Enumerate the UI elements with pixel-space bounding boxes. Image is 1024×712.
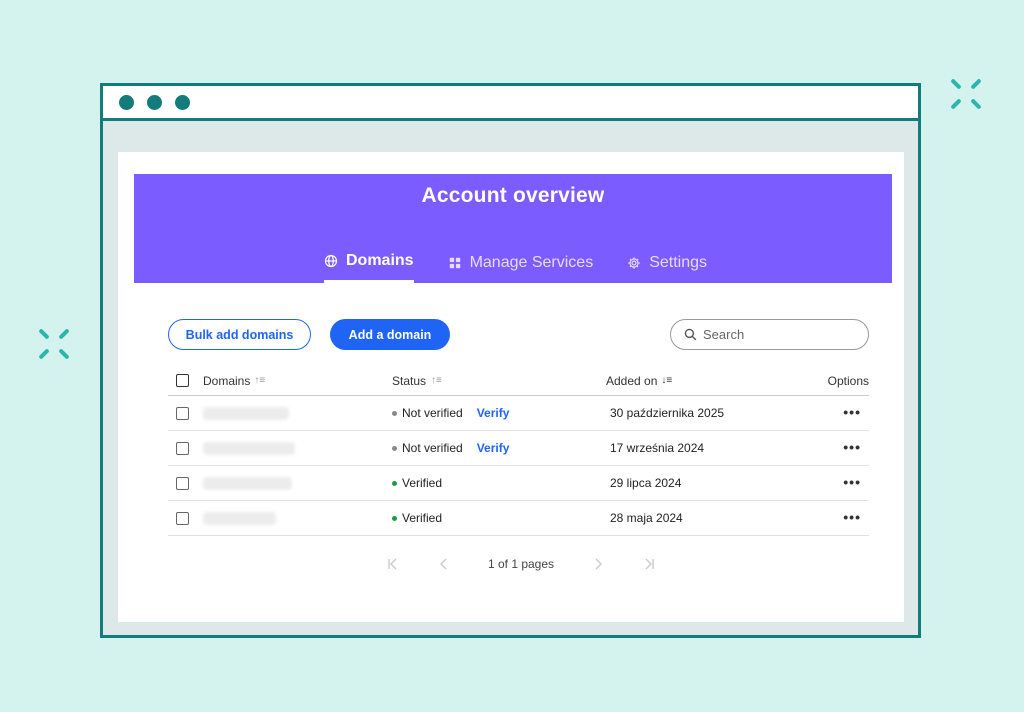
window-control-dot[interactable] bbox=[147, 94, 162, 110]
pagination: 1 of 1 pages bbox=[386, 554, 656, 574]
next-page-icon[interactable] bbox=[591, 557, 605, 571]
domain-cell[interactable] bbox=[189, 441, 392, 455]
status-cell: Not verified Verify bbox=[392, 406, 606, 420]
tab-domains[interactable]: Domains bbox=[324, 240, 414, 283]
domain-cell[interactable] bbox=[189, 406, 392, 420]
search-box[interactable] bbox=[670, 319, 869, 350]
blurred-domain-name bbox=[203, 476, 292, 490]
options-column-header: Options bbox=[827, 373, 869, 388]
more-options-icon[interactable]: ••• bbox=[843, 509, 869, 525]
select-all-checkbox[interactable] bbox=[176, 374, 189, 387]
page-content: Account overview Domains Manage Services bbox=[118, 152, 904, 622]
status-cell: Verified bbox=[392, 511, 606, 525]
table-header: Domains ↑≡ Status ↑≡ Added on ↓≡ Options bbox=[168, 366, 869, 396]
verify-link[interactable]: Verify bbox=[477, 441, 510, 455]
verify-link[interactable]: Verify bbox=[477, 406, 510, 420]
table-row: Verified 29 lipca 2024 ••• bbox=[168, 466, 869, 501]
browser-window: Account overview Domains Manage Services bbox=[100, 83, 921, 638]
added-on-column-header[interactable]: Added on ↓≡ bbox=[606, 374, 813, 388]
sort-descending-icon: ↓≡ bbox=[661, 375, 673, 386]
page-indicator: 1 of 1 pages bbox=[487, 557, 555, 571]
search-input[interactable] bbox=[703, 327, 853, 342]
sparkle-decoration-icon bbox=[36, 326, 72, 362]
row-checkbox[interactable] bbox=[176, 441, 189, 455]
status-cell: Not verified Verify bbox=[392, 441, 606, 455]
previous-page-icon[interactable] bbox=[437, 557, 451, 571]
window-titlebar bbox=[103, 86, 918, 121]
bulk-add-domains-button[interactable]: Bulk add domains bbox=[168, 319, 311, 350]
status-dot bbox=[392, 480, 397, 486]
added-on-cell: 29 lipca 2024 bbox=[610, 476, 682, 490]
window-control-dot[interactable] bbox=[119, 94, 134, 110]
more-options-icon[interactable]: ••• bbox=[843, 404, 869, 420]
tab-label: Manage Services bbox=[469, 253, 594, 271]
search-icon bbox=[684, 328, 697, 341]
header-label: Added on bbox=[606, 373, 658, 388]
domain-cell[interactable] bbox=[189, 511, 392, 525]
tab-bar: Domains Manage Services Settings bbox=[324, 240, 707, 283]
header-label: Status bbox=[392, 373, 427, 388]
toolbar: Bulk add domains Add a domain bbox=[168, 319, 869, 351]
blurred-domain-name bbox=[203, 406, 289, 420]
status-column-header[interactable]: Status ↑≡ bbox=[392, 374, 606, 388]
blurred-domain-name bbox=[203, 441, 295, 455]
sort-icon: ↑≡ bbox=[254, 375, 266, 386]
table-row: Verified 28 maja 2024 ••• bbox=[168, 501, 869, 536]
window-control-dot[interactable] bbox=[175, 94, 190, 110]
added-on-cell: 28 maja 2024 bbox=[610, 511, 683, 525]
row-checkbox[interactable] bbox=[176, 406, 189, 420]
add-domain-button[interactable]: Add a domain bbox=[330, 319, 450, 350]
added-on-cell: 30 października 2025 bbox=[610, 406, 725, 420]
tab-label: Settings bbox=[649, 253, 708, 271]
row-checkbox[interactable] bbox=[176, 476, 189, 490]
first-page-icon[interactable] bbox=[386, 557, 400, 571]
domains-column-header[interactable]: Domains ↑≡ bbox=[189, 374, 392, 388]
tab-manage-services[interactable]: Manage Services bbox=[448, 240, 594, 283]
globe-icon bbox=[324, 254, 338, 268]
domain-cell[interactable] bbox=[189, 476, 392, 490]
added-on-cell: 17 września 2024 bbox=[610, 441, 705, 455]
status-label: Verified bbox=[402, 476, 443, 490]
status-label: Not verified bbox=[402, 406, 463, 420]
tab-label: Domains bbox=[346, 252, 414, 269]
status-cell: Verified bbox=[392, 476, 606, 490]
tab-settings[interactable]: Settings bbox=[627, 240, 707, 283]
sort-icon: ↑≡ bbox=[431, 375, 442, 386]
row-checkbox[interactable] bbox=[176, 511, 189, 525]
grid-icon bbox=[449, 257, 460, 268]
status-dot bbox=[392, 515, 397, 521]
last-page-icon[interactable] bbox=[642, 557, 656, 571]
header-label: Domains bbox=[203, 373, 251, 388]
blurred-domain-name bbox=[203, 511, 276, 525]
status-label: Not verified bbox=[402, 441, 463, 455]
page-title: Account overview bbox=[421, 184, 605, 207]
status-dot bbox=[392, 410, 397, 416]
status-dot bbox=[392, 445, 397, 451]
more-options-icon[interactable]: ••• bbox=[843, 474, 869, 490]
domains-table: Domains ↑≡ Status ↑≡ Added on ↓≡ Options bbox=[168, 366, 869, 536]
table-row: Not verified Verify 30 października 2025… bbox=[168, 396, 869, 431]
more-options-icon[interactable]: ••• bbox=[843, 439, 869, 455]
table-row: Not verified Verify 17 września 2024 ••• bbox=[168, 431, 869, 466]
sparkle-decoration-icon bbox=[948, 76, 984, 112]
account-header: Account overview Domains Manage Services bbox=[134, 174, 892, 283]
status-label: Verified bbox=[402, 511, 443, 525]
gear-icon bbox=[628, 256, 640, 269]
